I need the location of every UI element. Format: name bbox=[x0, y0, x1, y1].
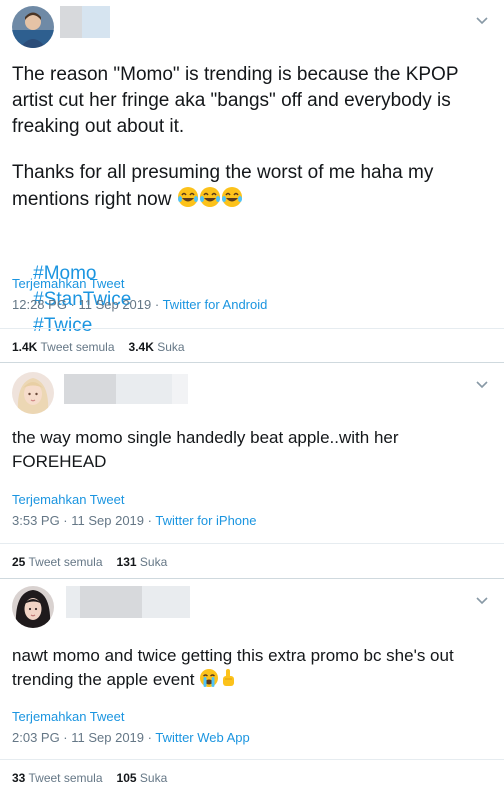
likes-stat[interactable]: 105 Suka bbox=[117, 771, 168, 785]
tweet-text-container: nawt momo and twice getting this extra p… bbox=[12, 644, 492, 695]
hashtag-twice[interactable]: #Twice bbox=[33, 315, 92, 336]
tweet-source[interactable]: Twitter for iPhone bbox=[155, 513, 256, 528]
retweets-label: Tweet semula bbox=[28, 555, 103, 569]
tweet-stats: 33 Tweet semula 105 Suka bbox=[12, 771, 167, 785]
tweet-3[interactable]: nawt momo and twice getting this extra p… bbox=[0, 578, 504, 800]
tweet-timestamp: 12:28 PG · 11 Sep 2019 · Twitter for And… bbox=[12, 297, 267, 312]
translate-tweet-link[interactable]: Terjemahkan Tweet bbox=[12, 276, 125, 291]
tweet-text: the way momo single handedly beat apple.… bbox=[12, 428, 404, 471]
tweet-time[interactable]: 2:03 PG · 11 Sep 2019 · bbox=[12, 730, 155, 745]
tweet-source[interactable]: Twitter Web App bbox=[155, 730, 249, 745]
avatar[interactable] bbox=[12, 372, 54, 414]
likes-stat[interactable]: 131 Suka bbox=[117, 555, 168, 569]
tweet-time[interactable]: 12:28 PG · 11 Sep 2019 · bbox=[12, 297, 163, 312]
face-with-tears-of-joy-icon bbox=[199, 186, 221, 216]
retweets-label: Tweet semula bbox=[40, 340, 115, 354]
tweet-time[interactable]: 3:53 PG · 11 Sep 2019 · bbox=[12, 513, 155, 528]
loudly-crying-face-icon bbox=[199, 668, 219, 695]
chevron-down-icon[interactable] bbox=[474, 592, 490, 608]
tweet-text-line2: Thanks for all presuming the worst of me… bbox=[12, 160, 492, 216]
chevron-down-icon[interactable] bbox=[474, 376, 490, 392]
blurred-username bbox=[60, 6, 112, 38]
blurred-username bbox=[66, 586, 190, 618]
likes-count: 3.4K bbox=[128, 340, 154, 354]
retweets-count: 25 bbox=[12, 555, 26, 569]
tweet-timestamp: 2:03 PG · 11 Sep 2019 · Twitter Web App bbox=[12, 730, 250, 745]
tweet-timestamp: 3:53 PG · 11 Sep 2019 · Twitter for iPho… bbox=[12, 513, 257, 528]
blurred-username bbox=[64, 374, 188, 406]
chevron-down-icon[interactable] bbox=[474, 12, 490, 28]
tweet-stats: 1.4K Tweet semula 3.4K Suka bbox=[12, 340, 185, 354]
retweets-stat[interactable]: 1.4K Tweet semula bbox=[12, 340, 115, 354]
avatar[interactable] bbox=[12, 6, 54, 48]
divider bbox=[0, 328, 504, 329]
tweet-text: The reason "Momo" is trending is because… bbox=[12, 64, 464, 137]
likes-label: Suka bbox=[139, 771, 168, 785]
retweets-count: 33 bbox=[12, 771, 26, 785]
avatar[interactable] bbox=[12, 586, 54, 628]
translate-tweet-link[interactable]: Terjemahkan Tweet bbox=[12, 709, 125, 724]
face-with-tears-of-joy-icon bbox=[177, 186, 199, 216]
divider bbox=[0, 543, 504, 544]
likes-stat[interactable]: 3.4K Suka bbox=[129, 340, 185, 354]
tweet-source[interactable]: Twitter for Android bbox=[163, 297, 268, 312]
translate-tweet-link[interactable]: Terjemahkan Tweet bbox=[12, 492, 125, 507]
retweets-stat[interactable]: 25 Tweet semula bbox=[12, 555, 103, 569]
tweet-stats: 25 Tweet semula 131 Suka bbox=[12, 555, 167, 569]
index-pointing-up-icon bbox=[219, 668, 237, 695]
retweets-stat[interactable]: 33 Tweet semula bbox=[12, 771, 103, 785]
tweet-2[interactable]: the way momo single handedly beat apple.… bbox=[0, 362, 504, 584]
retweets-label: Tweet semula bbox=[28, 771, 103, 785]
tweet-1[interactable]: The reason "Momo" is trending is because… bbox=[0, 0, 504, 370]
face-with-tears-of-joy-icon bbox=[221, 186, 243, 216]
likes-label: Suka bbox=[139, 555, 168, 569]
likes-label: Suka bbox=[157, 340, 185, 354]
divider bbox=[0, 759, 504, 760]
likes-count: 131 bbox=[116, 555, 137, 569]
likes-count: 105 bbox=[116, 771, 137, 785]
retweets-count: 1.4K bbox=[12, 340, 38, 354]
